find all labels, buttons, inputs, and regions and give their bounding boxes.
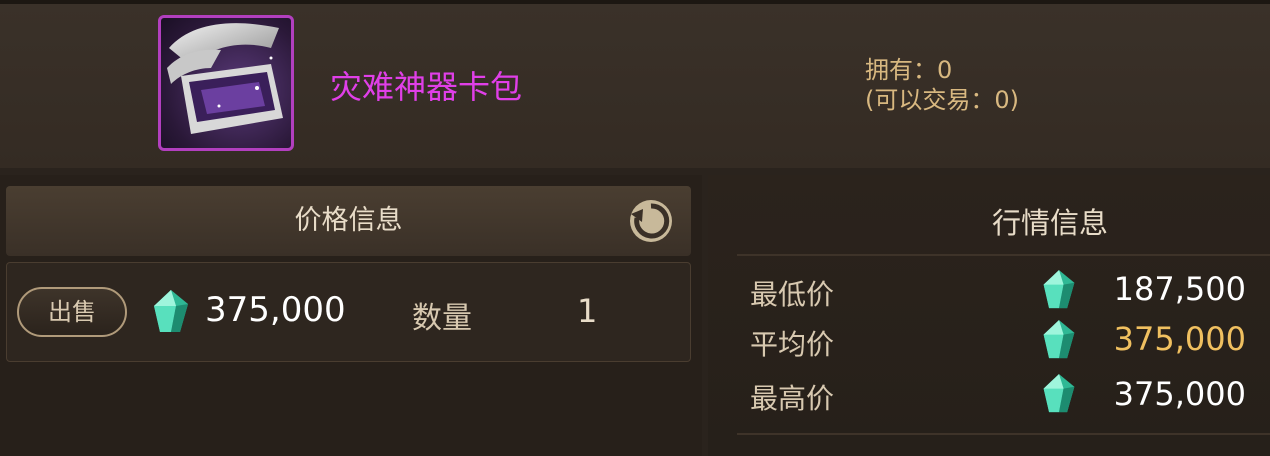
gem-currency-icon [1040, 372, 1078, 420]
quantity-value[interactable]: 1 [577, 292, 597, 330]
price-panel-title: 价格信息 [294, 205, 403, 236]
sell-price: 375,000 [205, 290, 346, 330]
market-divider-bottom [737, 433, 1270, 435]
card-pack-icon[interactable] [158, 15, 294, 151]
tradable-count: (可以交易：0) [865, 86, 1019, 114]
market-row-lowest-label: 最低价 [750, 278, 835, 311]
price-panel-header: 价格信息 [6, 186, 691, 256]
sell-button[interactable]: 出售 [17, 287, 127, 337]
quantity-label: 数量 [412, 301, 472, 336]
market-row-average-value: 375,000 [1113, 320, 1246, 358]
market-panel-title: 行情信息 [991, 206, 1108, 240]
market-divider-top [737, 254, 1270, 256]
gem-currency-icon [1040, 318, 1078, 366]
market-row-lowest-value: 187,500 [1113, 270, 1246, 308]
gem-currency-icon [1040, 268, 1078, 316]
market-row-highest-value: 375,000 [1113, 375, 1246, 413]
market-row-average-label: 平均价 [750, 328, 835, 361]
item-name: 灾难神器卡包 [330, 68, 523, 106]
market-row-highest-label: 最高价 [750, 382, 835, 415]
refresh-icon[interactable] [628, 198, 674, 244]
gem-currency-icon [150, 288, 192, 340]
